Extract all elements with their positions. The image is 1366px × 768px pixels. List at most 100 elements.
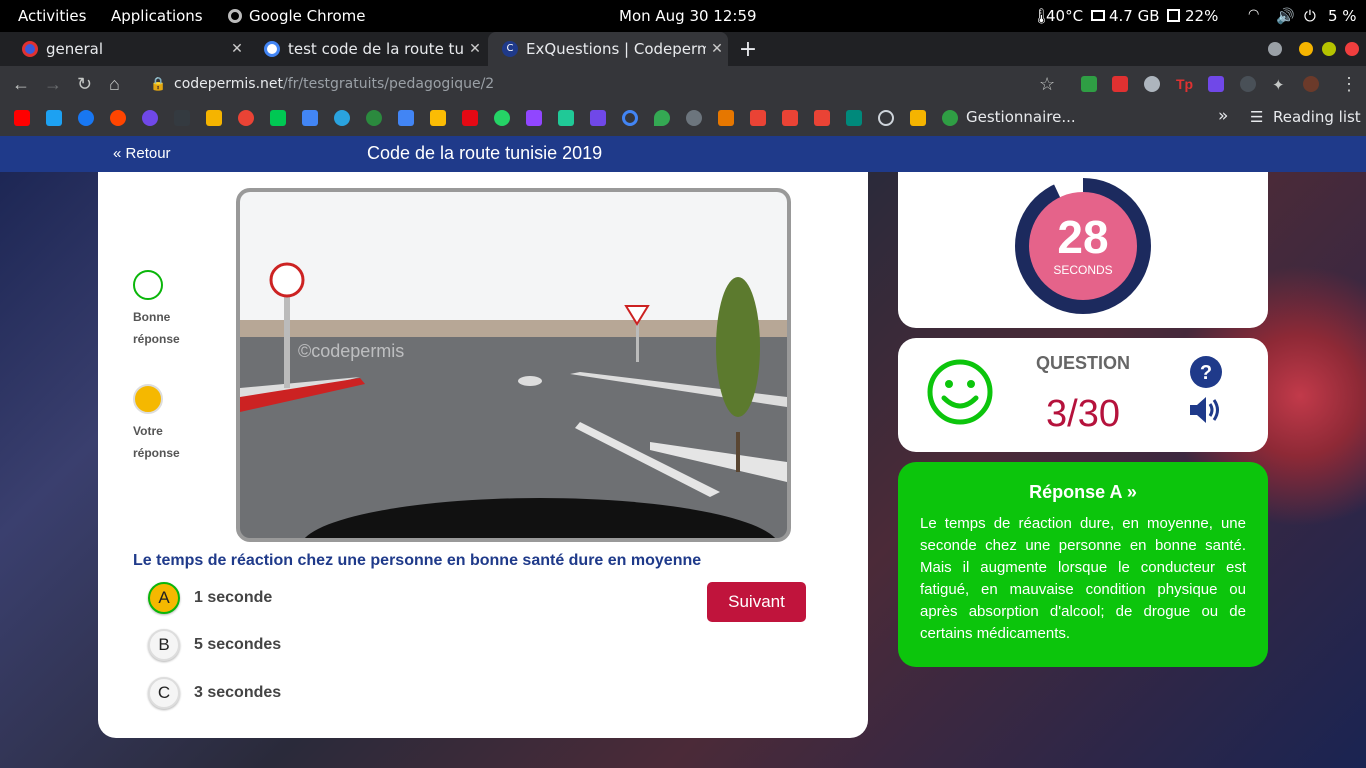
fi-icon[interactable] (366, 110, 382, 126)
storage-value: 22% (1185, 7, 1219, 25)
google-maps-icon[interactable] (654, 110, 670, 126)
extension-red-icon[interactable] (1112, 76, 1128, 92)
google-g-icon[interactable] (686, 110, 702, 126)
reload-icon[interactable]: ↻ (77, 74, 92, 94)
facebook-icon[interactable] (78, 110, 94, 126)
temperature-value: 40°C (1046, 7, 1084, 25)
volume-icon[interactable]: 🔊 (1276, 7, 1295, 25)
memory-value: 4.7 GB (1109, 7, 1160, 25)
question-image: ©codepermis (236, 188, 791, 542)
option-text: 5 secondes (194, 636, 282, 653)
help-icon[interactable]: ? (1190, 356, 1222, 388)
gauge-icon[interactable] (878, 110, 894, 126)
reddit-icon[interactable] (110, 110, 126, 126)
option-c[interactable]: C 3 secondes (148, 677, 281, 709)
next-button[interactable]: Suivant (707, 582, 806, 622)
close-tab-icon[interactable]: ✕ (706, 41, 728, 57)
back-arrow-icon[interactable]: ← (12, 74, 30, 94)
forward-arrow-icon[interactable]: → (44, 74, 62, 94)
google-translate-icon[interactable] (398, 110, 414, 126)
image-icon[interactable] (910, 110, 926, 126)
extension-grey-icon[interactable] (1240, 76, 1256, 92)
tab-general[interactable]: general ✕ (8, 32, 248, 66)
google-photos-icon[interactable] (238, 110, 254, 126)
audio-speaker-icon[interactable] (1188, 394, 1224, 426)
timer-card: 28 SECONDS (898, 172, 1268, 328)
back-label: Retour (125, 145, 171, 162)
extension-clock-icon[interactable] (1144, 76, 1160, 92)
chrome-icon (228, 9, 242, 23)
clock[interactable]: Mon Aug 30 12:59 (619, 7, 757, 25)
power-icon[interactable]: ⏻ (1304, 7, 1316, 25)
reading-list-icon[interactable]: ☰ (1250, 108, 1263, 126)
double-chevron-left-icon: « (113, 145, 122, 162)
answer-title: Réponse A » (898, 482, 1268, 503)
question-text: Le temps de réaction chez une personne e… (133, 552, 702, 569)
option-a[interactable]: A 1 seconde (148, 582, 272, 614)
chrome-menu-icon[interactable]: ⋮ (1340, 74, 1358, 94)
news-124-icon[interactable] (142, 110, 158, 126)
option-letter: C (148, 677, 180, 709)
memory-icon (1091, 10, 1105, 21)
app-indicator[interactable]: Google Chrome (228, 7, 366, 25)
tab-search-icon[interactable] (1268, 42, 1282, 56)
home-icon[interactable]: ⌂ (109, 74, 120, 94)
maximize-window-button[interactable] (1322, 42, 1336, 56)
gmail-icon[interactable] (814, 110, 830, 126)
address-bar[interactable]: codepermis.net/fr/testgratuits/pedagogiq… (174, 76, 494, 92)
svg-text:?: ? (1200, 362, 1212, 384)
applications-menu[interactable]: Applications (111, 7, 203, 25)
lock-icon[interactable]: 🔒 (150, 74, 166, 94)
tab-exquestions[interactable]: C ExQuestions | Codepermis ✕ (488, 32, 728, 66)
extension-purple-icon[interactable] (1208, 76, 1224, 92)
youtube-icon[interactable] (14, 110, 30, 126)
gmail-icon[interactable] (782, 110, 798, 126)
bookmarks-overflow-button[interactable]: » (1218, 106, 1228, 126)
bracket-icon[interactable] (174, 110, 190, 126)
option-letter: A (148, 582, 180, 614)
tab-test-code[interactable]: test code de la route tunisie ✕ (250, 32, 486, 66)
whatsapp-icon[interactable] (494, 110, 510, 126)
twitch-icon[interactable] (526, 110, 542, 126)
google-calendar-icon[interactable] (302, 110, 318, 126)
answer-explanation-card: Réponse A » Le temps de réaction dure, e… (898, 462, 1268, 667)
google-icon (264, 41, 280, 57)
reading-list-button[interactable]: Reading list (1273, 108, 1361, 126)
minimize-window-button[interactable] (1299, 42, 1313, 56)
double-chevron-right-icon: » (1126, 482, 1137, 502)
google-keep-icon[interactable] (430, 110, 446, 126)
option-text: 3 secondes (194, 684, 282, 701)
new-tab-button[interactable]: + (733, 32, 763, 66)
close-tab-icon[interactable]: ✕ (226, 41, 248, 57)
wifi-icon[interactable]: ◠ (1248, 7, 1259, 22)
profile-avatar[interactable] (1303, 76, 1319, 92)
close-window-button[interactable] (1345, 42, 1359, 56)
discord-icon[interactable] (590, 110, 606, 126)
netflix-icon[interactable] (462, 110, 478, 126)
gestionnaire-favicon-icon[interactable] (942, 110, 958, 126)
circle-app-icon[interactable] (622, 110, 638, 126)
twitter-icon[interactable] (46, 110, 62, 126)
telegram-icon[interactable] (334, 110, 350, 126)
tab-favicon-icon (22, 41, 38, 57)
gmail-icon[interactable] (750, 110, 766, 126)
question-card: Bonne réponse Votre réponse ©codepermis … (98, 172, 868, 738)
google-drive-icon[interactable] (206, 110, 222, 126)
activities-button[interactable]: Activities (18, 7, 86, 25)
extension-shield-icon[interactable] (1081, 76, 1097, 92)
bookmark-gestionnaire[interactable]: Gestionnaire... (966, 108, 1076, 126)
disk-icon (1167, 9, 1180, 22)
extension-tp-icon[interactable]: Tp (1176, 76, 1193, 92)
option-b[interactable]: B 5 secondes (148, 629, 281, 661)
legend-correct-label: Bonne réponse (133, 310, 180, 346)
back-link[interactable]: « Retour (113, 145, 171, 162)
option-text: 1 seconde (194, 589, 273, 606)
google-play-icon[interactable] (270, 110, 286, 126)
extensions-puzzle-icon[interactable]: ✦ (1272, 76, 1288, 94)
image-watermark: ©codepermis (298, 341, 404, 361)
vuetify-icon[interactable] (558, 110, 574, 126)
google-meet-icon[interactable] (846, 110, 862, 126)
gift-icon[interactable] (718, 110, 734, 126)
close-tab-icon[interactable]: ✕ (464, 41, 486, 57)
bookmark-star-icon[interactable]: ☆ (1039, 74, 1055, 94)
